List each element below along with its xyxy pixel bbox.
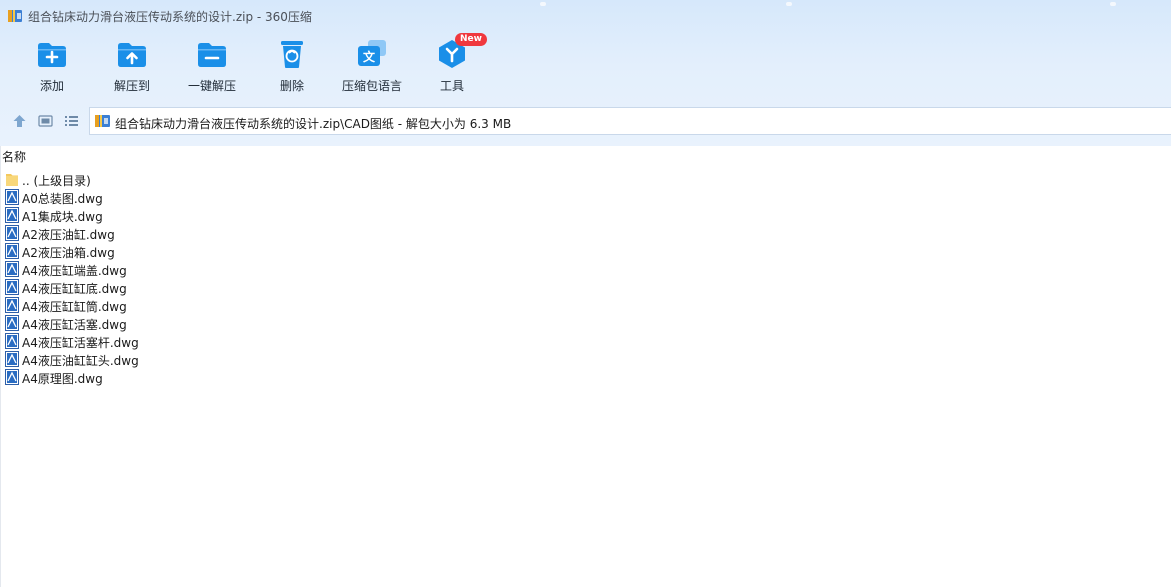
svg-text:文: 文 xyxy=(363,49,376,64)
one-click-extract-button[interactable]: 一键解压 xyxy=(172,32,252,98)
folder-add-icon xyxy=(36,38,68,70)
folder-extract-icon xyxy=(116,38,148,70)
list-item[interactable]: A4液压油缸缸头.dwg xyxy=(4,350,304,368)
file-name: A4液压缸缸筒.dwg xyxy=(22,300,127,314)
dwg-file-icon xyxy=(5,333,19,349)
list-item[interactable]: A0总装图.dwg xyxy=(4,188,304,206)
list-item[interactable]: A4液压缸活塞.dwg xyxy=(4,314,304,332)
dwg-file-icon xyxy=(5,207,19,223)
title-decoration xyxy=(786,2,792,6)
folder-oneclick-extract-icon xyxy=(196,38,228,70)
one-click-extract-button-label: 一键解压 xyxy=(187,79,236,93)
dwg-file-icon xyxy=(5,261,19,277)
address-path: 组合钻床动力滑台液压传动系统的设计.zip\CAD图纸 - 解包大小为 6.3 … xyxy=(115,117,512,131)
list-item[interactable]: A2液压油箱.dwg xyxy=(4,242,304,260)
archive-app-icon xyxy=(8,9,22,22)
list-item[interactable]: A4原理图.dwg xyxy=(4,368,304,386)
delete-button[interactable]: 删除 xyxy=(252,32,332,98)
archive-language-button[interactable]: 文 压缩包语言 xyxy=(332,32,412,98)
file-name: A1集成块.dwg xyxy=(22,210,103,224)
file-name: A4液压缸活塞杆.dwg xyxy=(22,336,139,350)
archive-language-button-label: 压缩包语言 xyxy=(341,79,402,93)
toolbar: 添加 解压到 一键解压 删除 文 压缩包语言 工具 xyxy=(0,32,520,102)
file-name: A4液压缸缸底.dwg xyxy=(22,282,127,296)
file-name: A4液压油缸缸头.dwg xyxy=(22,354,139,368)
list-item[interactable]: A2液压油缸.dwg xyxy=(4,224,304,242)
file-name: .. (上级目录) xyxy=(22,174,91,188)
file-list: 名称 .. (上级目录) A0总装图.dwg A1集成块.dwg A2液压油缸.… xyxy=(0,146,1171,587)
dwg-file-icon xyxy=(5,315,19,331)
dwg-file-icon xyxy=(5,279,19,295)
add-button[interactable]: 添加 xyxy=(12,32,92,98)
list-item[interactable]: A1集成块.dwg xyxy=(4,206,304,224)
column-header-name[interactable]: 名称 xyxy=(2,148,26,164)
file-name: A2液压油箱.dwg xyxy=(22,246,115,260)
recycle-bin-icon xyxy=(276,38,308,70)
tools-button-label: 工具 xyxy=(439,79,464,93)
list-item[interactable]: A4液压缸活塞杆.dwg xyxy=(4,332,304,350)
top-area: 组合钻床动力滑台液压传动系统的设计.zip - 360压缩 添加 解压到 一键解… xyxy=(0,0,1171,146)
dwg-file-icon xyxy=(5,189,19,205)
new-badge: New xyxy=(455,33,487,46)
list-item[interactable]: A4液压缸端盖.dwg xyxy=(4,260,304,278)
dwg-file-icon xyxy=(5,225,19,241)
file-name: A4液压缸端盖.dwg xyxy=(22,264,127,278)
window-title: 组合钻床动力滑台液压传动系统的设计.zip - 360压缩 xyxy=(28,10,312,24)
list-item[interactable]: A4液压缸缸筒.dwg xyxy=(4,296,304,314)
dwg-file-icon xyxy=(5,243,19,259)
file-name: A4液压缸活塞.dwg xyxy=(22,318,127,332)
list-view-icon[interactable] xyxy=(64,114,79,128)
dwg-file-icon xyxy=(5,369,19,385)
file-name: A4原理图.dwg xyxy=(22,372,103,386)
title-bar[interactable]: 组合钻床动力滑台液压传动系统的设计.zip - 360压缩 xyxy=(0,0,1171,30)
file-name: A2液压油缸.dwg xyxy=(22,228,115,242)
extract-to-button-label: 解压到 xyxy=(113,79,150,93)
dwg-file-icon xyxy=(5,297,19,313)
title-decoration xyxy=(1110,2,1116,6)
dwg-file-icon xyxy=(5,351,19,367)
arrow-up-icon[interactable] xyxy=(12,114,27,128)
navigation-row: 组合钻床动力滑台液压传动系统的设计.zip\CAD图纸 - 解包大小为 6.3 … xyxy=(0,106,1171,136)
thumbnail-view-icon[interactable] xyxy=(38,114,53,128)
add-button-label: 添加 xyxy=(39,79,64,93)
title-decoration xyxy=(540,2,546,6)
address-bar[interactable]: 组合钻床动力滑台液压传动系统的设计.zip\CAD图纸 - 解包大小为 6.3 … xyxy=(89,107,1171,135)
extract-to-button[interactable]: 解压到 xyxy=(92,32,172,98)
delete-button-label: 删除 xyxy=(279,79,304,93)
language-icon: 文 xyxy=(356,38,388,70)
list-item[interactable]: A4液压缸缸底.dwg xyxy=(4,278,304,296)
app-window: 组合钻床动力滑台液压传动系统的设计.zip - 360压缩 添加 解压到 一键解… xyxy=(0,0,1171,587)
folder-icon xyxy=(5,171,19,187)
file-name: A0总装图.dwg xyxy=(22,192,103,206)
list-item-parent-folder[interactable]: .. (上级目录) xyxy=(4,170,304,188)
archive-icon xyxy=(95,114,110,128)
